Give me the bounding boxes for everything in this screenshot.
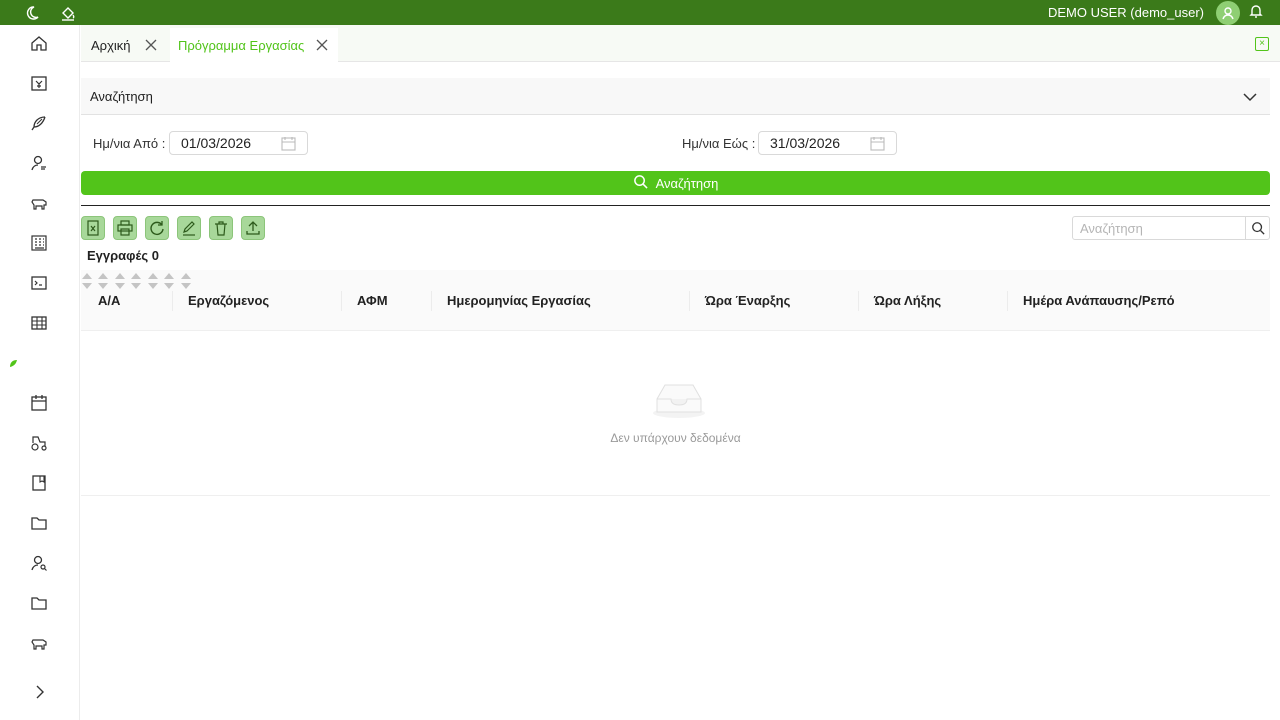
search-panel-header[interactable]: Αναζήτηση <box>81 78 1270 115</box>
sort-icon[interactable] <box>147 273 159 296</box>
column-title: Ώρα Λήξης <box>874 293 942 308</box>
column-title: Εργαζόμενος <box>188 293 270 308</box>
calendar-icon <box>281 136 296 151</box>
chevron-down-icon[interactable] <box>1242 89 1258 105</box>
sort-icon[interactable] <box>163 273 175 296</box>
users-search-icon[interactable] <box>29 553 49 573</box>
date-to-value: 31/03/2026 <box>770 135 841 151</box>
excel-icon <box>87 220 99 236</box>
search-button[interactable]: Αναζήτηση <box>81 171 1270 195</box>
column-separator <box>341 291 342 311</box>
column-header-work-date[interactable]: Ημερομηνίας Εργασίας <box>447 270 591 331</box>
feather-icon[interactable] <box>29 113 49 133</box>
records-count: Εγγραφές 0 <box>87 248 159 263</box>
moon-icon[interactable] <box>23 4 41 22</box>
column-header-rest-day[interactable]: Ημέρα Ανάπαυσης/Ρεπό <box>1023 270 1175 331</box>
cattle-icon[interactable] <box>29 193 49 213</box>
date-to-label: Ημ/νια Εώς : <box>682 136 756 151</box>
search-icon <box>633 174 648 192</box>
tab-label: Πρόγραμμα Εργασίας <box>178 37 305 53</box>
building-icon[interactable] <box>29 233 49 253</box>
close-icon[interactable] <box>144 38 158 52</box>
tab-label: Αρχική <box>91 37 131 53</box>
divider <box>81 205 1270 206</box>
calendar-icon[interactable] <box>29 393 49 413</box>
column-title: Ημερομηνίας Εργασίας <box>447 293 591 308</box>
column-separator <box>689 291 690 311</box>
folder-icon[interactable] <box>29 593 49 613</box>
close-icon[interactable] <box>315 38 329 52</box>
tractor-icon[interactable] <box>29 433 49 453</box>
tab-home[interactable]: Αρχική <box>81 28 169 62</box>
chevron-right-icon[interactable] <box>31 683 49 701</box>
user-search-icon[interactable] <box>29 153 49 173</box>
sidebar <box>0 25 80 720</box>
table-toolbar <box>81 216 265 240</box>
leaf-icon[interactable] <box>8 355 18 367</box>
column-separator <box>1007 291 1008 311</box>
sort-icon[interactable] <box>81 273 93 296</box>
calendar-yen-icon[interactable] <box>29 73 49 93</box>
close-all-tabs-icon[interactable]: × <box>1255 37 1269 51</box>
cattle-icon[interactable] <box>29 633 49 653</box>
date-from-value: 01/03/2026 <box>181 135 252 151</box>
edit-button[interactable] <box>177 216 201 240</box>
search-icon[interactable] <box>1245 217 1269 239</box>
upload-button[interactable] <box>241 216 265 240</box>
edit-icon <box>183 221 195 236</box>
column-header-afm[interactable]: ΑΦΜ <box>357 270 388 331</box>
print-button[interactable] <box>113 216 137 240</box>
column-header-aa[interactable]: Α/Α <box>98 270 120 331</box>
column-separator <box>172 291 173 311</box>
home-icon[interactable] <box>29 33 49 53</box>
table-icon[interactable] <box>29 313 49 333</box>
paint-bucket-icon[interactable] <box>59 4 77 22</box>
column-title: Ημέρα Ανάπαυσης/Ρεπό <box>1023 293 1175 308</box>
column-title: Ώρα Έναρξης <box>705 293 791 308</box>
column-title: ΑΦΜ <box>357 293 388 308</box>
search-button-label: Αναζήτηση <box>655 175 719 191</box>
empty-inbox-icon <box>651 379 707 419</box>
date-to-field[interactable]: 31/03/2026 <box>758 131 897 155</box>
folder-icon[interactable] <box>29 513 49 533</box>
column-separator <box>431 291 432 311</box>
tab-bar: Αρχική Πρόγραμμα Εργασίας × <box>81 25 1280 62</box>
column-header-end-time[interactable]: Ώρα Λήξης <box>874 270 941 331</box>
print-icon <box>117 220 133 236</box>
column-separator <box>858 291 859 311</box>
column-title: Α/Α <box>98 293 121 308</box>
delete-icon <box>215 221 227 236</box>
date-from-label: Ημ/νια Από : <box>93 136 166 151</box>
table-body: Δεν υπάρχουν δεδομένα <box>81 331 1270 496</box>
delete-button[interactable] <box>209 216 233 240</box>
book-icon[interactable] <box>29 473 49 493</box>
bell-icon[interactable] <box>1248 3 1264 24</box>
top-bar: DEMO USER (demo_user) <box>0 0 1280 25</box>
empty-message: Δεν υπάρχουν δεδομένα <box>610 431 741 445</box>
search-panel-title: Αναζήτηση <box>90 89 153 104</box>
refresh-button[interactable] <box>145 216 169 240</box>
terminal-icon[interactable] <box>29 273 49 293</box>
avatar-icon[interactable] <box>1216 1 1240 25</box>
date-from-field[interactable]: 01/03/2026 <box>169 131 308 155</box>
column-header-start-time[interactable]: Ώρα Έναρξης <box>705 270 790 331</box>
table-search <box>1072 216 1270 240</box>
tab-work-schedule[interactable]: Πρόγραμμα Εργασίας <box>170 28 338 62</box>
sort-icon[interactable] <box>130 273 142 296</box>
excel-export-button[interactable] <box>81 216 105 240</box>
column-header-employee[interactable]: Εργαζόμενος <box>188 270 269 331</box>
user-name[interactable]: DEMO USER (demo_user) <box>1048 5 1204 20</box>
refresh-icon <box>150 221 164 235</box>
table-header: Α/Α Εργαζόμενος ΑΦΜ Ημερομηνίας Εργασίας… <box>81 270 1270 331</box>
table-search-input[interactable] <box>1073 217 1247 239</box>
upload-icon <box>246 221 260 235</box>
calendar-icon <box>870 136 885 151</box>
